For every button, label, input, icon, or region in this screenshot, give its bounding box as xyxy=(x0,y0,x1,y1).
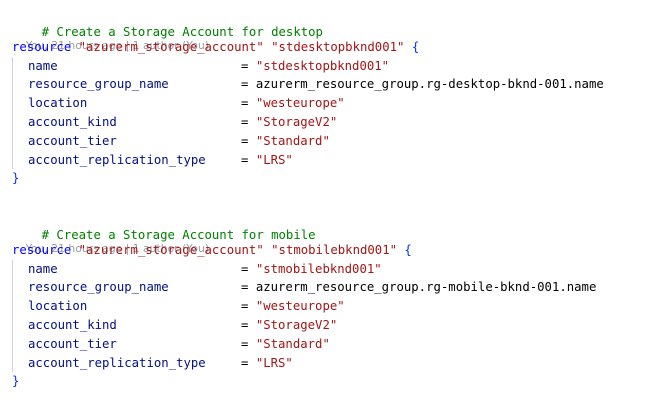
indent-guide xyxy=(12,150,28,170)
resource-keyword: resource xyxy=(12,242,72,257)
code-line-attribute[interactable]: name = "stmobilebknd001" xyxy=(12,259,660,279)
code-line-comment[interactable]: # Create a Storage Account for desktop xyxy=(12,4,660,39)
attribute-key: account_tier xyxy=(28,336,117,351)
assign-operator: = xyxy=(241,355,249,370)
indent-guide xyxy=(12,334,28,354)
assign-operator: = xyxy=(241,336,249,351)
assign-operator: = xyxy=(241,317,249,332)
indent-guide xyxy=(12,56,28,76)
code-line-attribute[interactable]: account_tier = "Standard" xyxy=(12,334,660,354)
attribute-key: location xyxy=(28,299,88,314)
comment-text: # Create a Storage Account for mobile xyxy=(41,227,316,242)
indent-guide xyxy=(12,75,28,95)
attribute-key: resource_group_name xyxy=(28,77,169,92)
code-line-empty[interactable] xyxy=(12,188,660,207)
resource-type: "azurerm_storage_account" xyxy=(78,39,264,54)
indent-guide xyxy=(12,112,28,132)
attribute-value: "LRS" xyxy=(255,152,293,167)
open-brace: { xyxy=(411,39,420,54)
attribute-value: "westeurope" xyxy=(255,96,345,111)
indent-guide xyxy=(12,278,28,298)
attribute-value: "westeurope" xyxy=(255,299,345,314)
indent-guide xyxy=(12,315,28,335)
code-line-attribute[interactable]: account_replication_type = "LRS" xyxy=(12,353,660,373)
attribute-key: location xyxy=(28,96,88,111)
code-line-attribute[interactable]: resource_group_name = azurerm_resource_gr… xyxy=(12,75,660,95)
indent-guide xyxy=(12,353,28,373)
assign-operator: = xyxy=(241,133,249,148)
assign-operator: = xyxy=(241,299,249,314)
attribute-key: name xyxy=(28,58,58,73)
code-line-resource-header[interactable]: resource "azurerm_storage_account" "stmo… xyxy=(12,241,660,260)
code-line-close[interactable]: } xyxy=(12,372,660,391)
attribute-key: account_kind xyxy=(28,317,117,332)
attribute-key: account_replication_type xyxy=(28,152,206,167)
code-line-comment[interactable]: # Create a Storage Account for mobile xyxy=(12,207,660,242)
assign-operator: = xyxy=(241,261,249,276)
code-line-attribute[interactable]: account_replication_type = "LRS" xyxy=(12,150,660,170)
attribute-value: azurerm_resource_group.rg-mobile-bknd-00… xyxy=(255,280,597,295)
attribute-value: "Standard" xyxy=(255,336,330,351)
comment-text: # Create a Storage Account for desktop xyxy=(41,24,323,39)
code-line-attribute[interactable]: name = "stdesktopbknd001" xyxy=(12,56,660,76)
code-line-attribute[interactable]: account_kind = "StorageV2" xyxy=(12,315,660,335)
assign-operator: = xyxy=(241,114,249,129)
attribute-value: "Standard" xyxy=(255,133,330,148)
assign-operator: = xyxy=(241,152,249,167)
code-line-resource-header[interactable]: resource "azurerm_storage_account" "stde… xyxy=(12,38,660,57)
close-brace: } xyxy=(12,374,20,389)
attribute-value: "StorageV2" xyxy=(255,317,338,332)
attribute-key: name xyxy=(28,261,58,276)
indent-guide xyxy=(12,297,28,316)
assign-operator: = xyxy=(241,96,249,111)
attribute-key: account_tier xyxy=(28,133,117,148)
resource-name: "stmobilebknd001" xyxy=(271,242,397,257)
attribute-value: "LRS" xyxy=(255,355,293,370)
attribute-value: "StorageV2" xyxy=(255,114,338,129)
resource-keyword: resource xyxy=(12,39,72,54)
indent-guide xyxy=(12,259,28,279)
attribute-value: "stdesktopbknd001" xyxy=(255,58,390,73)
close-brace: } xyxy=(12,171,20,186)
code-line-attribute[interactable]: account_kind = "StorageV2" xyxy=(12,112,660,132)
open-brace: { xyxy=(404,242,412,257)
assign-operator: = xyxy=(241,77,249,92)
indent-guide xyxy=(12,131,28,151)
attribute-value: azurerm_resource_group.rg-desktop-bknd-0… xyxy=(255,77,604,92)
code-line-attribute[interactable]: location = "westeurope" xyxy=(12,297,660,316)
assign-operator: = xyxy=(241,58,249,73)
code-line-attribute[interactable]: location = "westeurope" xyxy=(12,94,660,113)
attribute-value: "stmobilebknd001" xyxy=(255,261,382,276)
resource-name: "stdesktopbknd001" xyxy=(271,39,405,54)
resource-type: "azurerm_storage_account" xyxy=(78,242,264,257)
code-line-attribute[interactable]: account_tier = "Standard" xyxy=(12,131,660,151)
assign-operator: = xyxy=(241,280,249,295)
indent-guide xyxy=(12,94,28,113)
attribute-key: account_kind xyxy=(28,114,117,129)
attribute-key: account_replication_type xyxy=(28,355,206,370)
code-editor[interactable]: # Create a Storage Account for desktop Y… xyxy=(0,0,660,410)
code-line-close[interactable]: } xyxy=(12,169,660,188)
code-line-attribute[interactable]: resource_group_name = azurerm_resource_gr… xyxy=(12,278,660,298)
attribute-key: resource_group_name xyxy=(28,280,169,295)
